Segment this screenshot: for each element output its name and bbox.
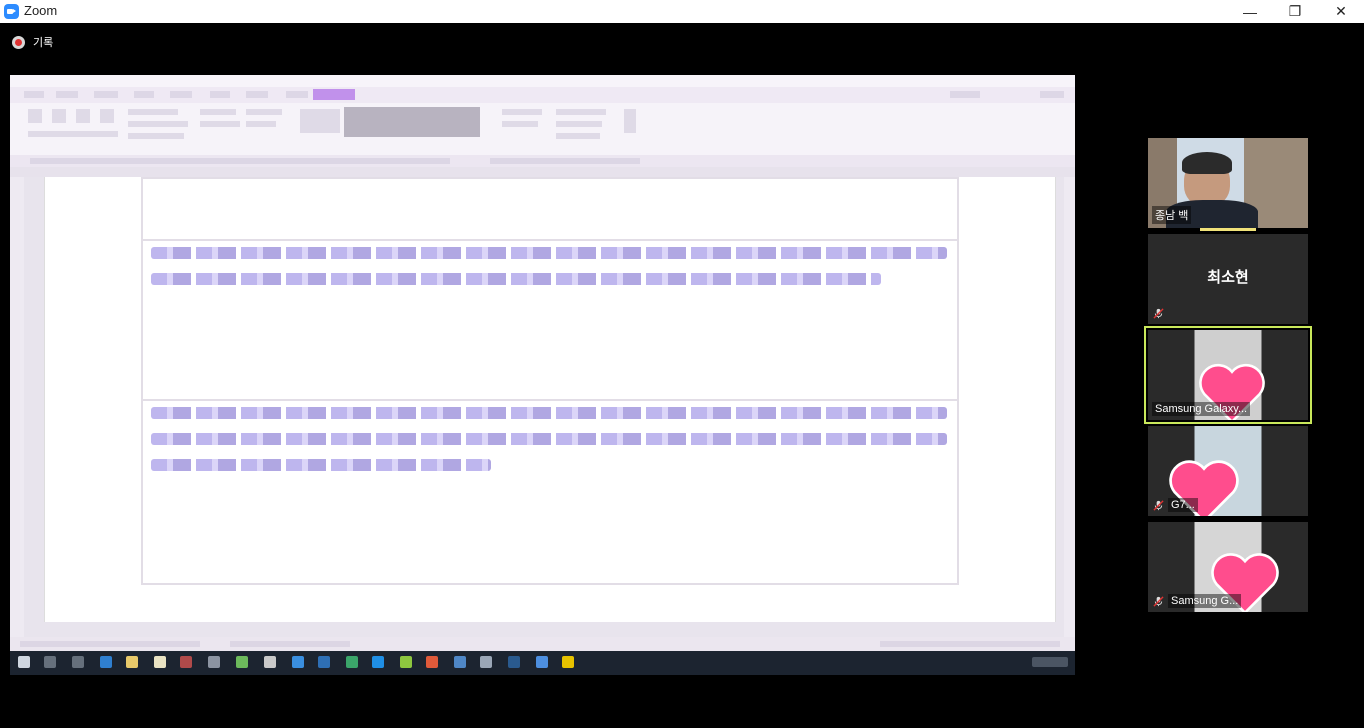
shared-workspace	[24, 177, 1064, 637]
record-icon	[12, 35, 25, 49]
title-bar: Zoom — ❐ ✕	[0, 0, 1364, 23]
shared-menu-bar	[10, 87, 1075, 103]
participant-tile[interactable]: Samsung G...	[1148, 522, 1308, 612]
person-hair	[1182, 152, 1232, 174]
blurred-text-line	[151, 459, 491, 471]
mic-muted-icon	[1153, 308, 1164, 319]
shared-left-ruler	[10, 177, 24, 637]
blurred-text-line	[151, 247, 947, 259]
shared-taskbar	[10, 651, 1075, 675]
shared-ruler	[10, 167, 1075, 177]
recording-indicator[interactable]: 기록	[12, 34, 53, 50]
minimize-button[interactable]: —	[1227, 0, 1273, 23]
participant-tile[interactable]: 종남 백	[1148, 138, 1308, 228]
mic-muted-icon	[1153, 596, 1164, 607]
document-textbox	[141, 399, 959, 585]
participant-tile[interactable]: 최소현	[1148, 234, 1308, 324]
shared-status-bar	[10, 637, 1075, 651]
shared-ribbon	[10, 103, 1075, 155]
restore-button[interactable]: ❐	[1272, 0, 1318, 23]
shared-scrollbar	[1064, 177, 1075, 637]
shared-screen[interactable]	[10, 75, 1075, 675]
shared-document-page	[44, 177, 1056, 622]
participant-name: Samsung Galaxy...	[1152, 402, 1251, 416]
mic-muted-icon	[1153, 500, 1164, 511]
window-title: Zoom	[24, 3, 58, 18]
participant-tile[interactable]: G7...	[1148, 426, 1308, 516]
participant-tile[interactable]: Samsung Galaxy...	[1148, 330, 1308, 420]
active-speaker-indicator	[1200, 228, 1256, 231]
document-textbox	[141, 177, 959, 241]
shared-format-toolbar	[10, 155, 1075, 167]
blurred-text-line	[151, 407, 947, 419]
zoom-app-icon	[4, 4, 19, 19]
participant-name: G7...	[1168, 498, 1198, 512]
participant-name: Samsung G...	[1168, 594, 1242, 608]
close-button[interactable]: ✕	[1318, 0, 1364, 23]
document-textbox	[141, 239, 959, 401]
participant-name: 최소현	[1207, 268, 1249, 286]
blurred-text-line	[151, 273, 881, 285]
blurred-text-line	[151, 433, 947, 445]
participant-name: 종남 백	[1152, 206, 1192, 224]
recording-label: 기록	[33, 36, 54, 49]
shared-window-titlebar	[10, 75, 1075, 87]
